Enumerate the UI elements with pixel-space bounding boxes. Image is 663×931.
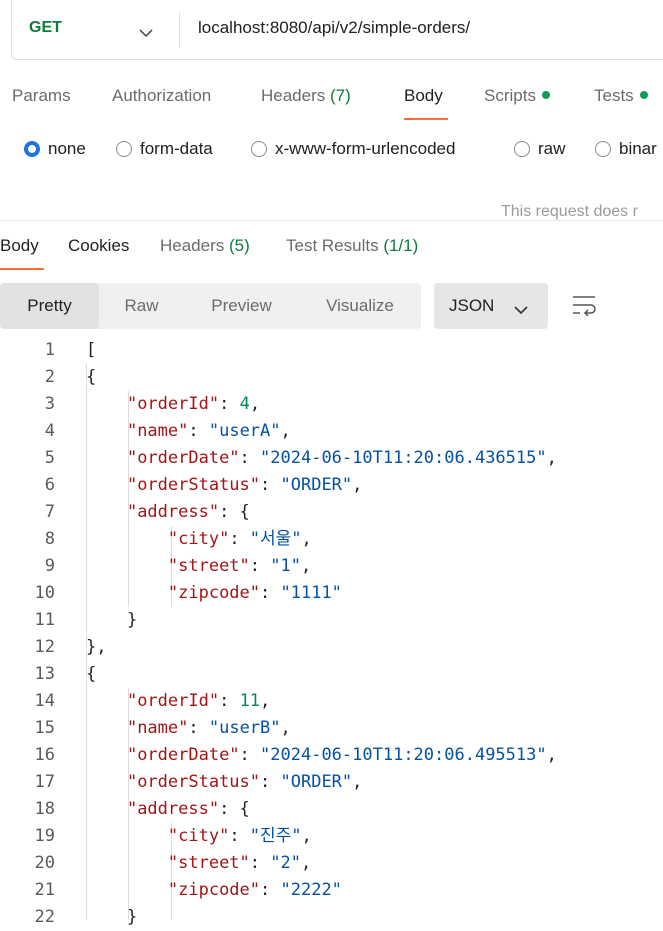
tab-test-results[interactable]: Test Results (1/1) xyxy=(286,236,418,256)
line-number: 6 xyxy=(44,475,55,495)
line-number: 16 xyxy=(34,745,55,765)
url-input[interactable]: localhost:8080/api/v2/simple-orders/ xyxy=(198,18,470,38)
code-text: "city": "진주", xyxy=(167,826,312,846)
code-text: }, xyxy=(86,637,107,657)
tab-response-body[interactable]: Body xyxy=(0,236,39,256)
tab-body[interactable]: Body xyxy=(404,86,443,106)
code-text: "street": "1", xyxy=(167,556,312,576)
radio-form-data-label: form-data xyxy=(140,139,213,158)
body-note: This request does r xyxy=(501,203,638,220)
radio-icon xyxy=(251,141,267,157)
tab-cookies[interactable]: Cookies xyxy=(68,236,129,256)
line-number: 2 xyxy=(44,367,55,387)
active-tab-indicator xyxy=(404,118,448,120)
tab-response-headers-count: (5) xyxy=(229,236,250,255)
radio-none-label: none xyxy=(48,139,86,158)
radio-icon xyxy=(595,141,611,157)
code-text: "orderDate": "2024-06-10T11:20:06.495513… xyxy=(126,745,557,765)
line-number: 11 xyxy=(34,610,55,630)
code-text: "street": "2", xyxy=(167,853,312,873)
radio-binary[interactable]: binar xyxy=(595,139,657,159)
tab-params[interactable]: Params xyxy=(12,86,71,106)
line-number: 9 xyxy=(44,556,55,576)
code-text: "zipcode": "1111" xyxy=(167,583,342,603)
tab-response-headers-label: Headers xyxy=(160,236,225,255)
tab-authorization[interactable]: Authorization xyxy=(112,86,211,106)
line-number: 12 xyxy=(34,637,55,657)
view-pretty-button[interactable]: Pretty xyxy=(0,283,99,329)
radio-binary-label: binar xyxy=(619,139,657,158)
divider xyxy=(0,220,663,221)
status-dot-icon xyxy=(541,90,550,99)
tab-scripts[interactable]: Scripts xyxy=(484,86,550,106)
tab-headers-count: (7) xyxy=(330,86,351,105)
url-bar: GET localhost:8080/api/v2/simple-orders/ xyxy=(11,0,663,60)
radio-icon xyxy=(514,141,530,157)
view-visualize-button[interactable]: Visualize xyxy=(299,283,421,329)
line-number: 18 xyxy=(34,799,55,819)
code-text: } xyxy=(86,610,138,630)
line-number: 7 xyxy=(44,502,55,522)
radio-selected-icon xyxy=(24,141,40,157)
line-number: 17 xyxy=(34,772,55,792)
tab-test-results-label: Test Results xyxy=(286,236,379,255)
tab-test-results-count: (1/1) xyxy=(383,236,419,255)
view-raw-button[interactable]: Raw xyxy=(99,283,184,329)
tab-headers[interactable]: Headers (7) xyxy=(261,86,351,106)
code-text: { xyxy=(86,664,97,684)
status-dot-icon xyxy=(639,90,648,99)
line-number: 21 xyxy=(34,880,55,900)
chevron-down-icon[interactable] xyxy=(139,23,153,43)
radio-none[interactable]: none xyxy=(24,139,86,159)
radio-icon xyxy=(116,141,132,157)
radio-raw[interactable]: raw xyxy=(514,139,565,159)
code-text: "zipcode": "2222" xyxy=(167,880,342,900)
line-number: 5 xyxy=(44,448,55,468)
radio-form-data[interactable]: form-data xyxy=(116,139,213,159)
line-number: 22 xyxy=(34,907,55,927)
line-number: 20 xyxy=(34,853,55,873)
tab-tests-label: Tests xyxy=(594,86,634,105)
line-number: 8 xyxy=(44,529,55,549)
line-number: 4 xyxy=(44,421,55,441)
code-text: "address": { xyxy=(126,799,250,819)
code-text: [ xyxy=(86,340,97,360)
code-text: "name": "userA", xyxy=(126,421,291,441)
code-text: "orderDate": "2024-06-10T11:20:06.436515… xyxy=(126,448,557,468)
tab-scripts-label: Scripts xyxy=(484,86,536,105)
code-text: "city": "서울", xyxy=(167,529,312,549)
format-select[interactable]: JSON xyxy=(434,283,548,329)
code-text: "orderStatus": "ORDER", xyxy=(126,475,363,495)
line-number: 3 xyxy=(44,394,55,414)
code-text: "orderStatus": "ORDER", xyxy=(126,772,363,792)
code-text: } xyxy=(86,907,138,927)
code-text: "address": { xyxy=(126,502,250,522)
tab-headers-label: Headers xyxy=(261,86,326,105)
tab-response-headers[interactable]: Headers (5) xyxy=(160,236,250,256)
radio-raw-label: raw xyxy=(538,139,566,158)
line-number: 13 xyxy=(34,664,55,684)
code-text: { xyxy=(86,367,97,387)
line-number: 10 xyxy=(34,583,55,603)
method-select[interactable]: GET xyxy=(29,19,62,37)
radio-urlencoded-label: x-www-form-urlencoded xyxy=(275,139,456,158)
chevron-down-icon xyxy=(514,300,528,320)
code-text: "orderId": 4, xyxy=(126,394,261,414)
line-number: 19 xyxy=(34,826,55,846)
format-select-label: JSON xyxy=(449,296,495,315)
line-number: 14 xyxy=(34,691,55,711)
view-mode-toggle: Pretty Raw Preview Visualize xyxy=(0,283,421,329)
code-text: "orderId": 11, xyxy=(126,691,271,711)
line-number: 15 xyxy=(34,718,55,738)
divider xyxy=(179,12,180,48)
tab-tests[interactable]: Tests xyxy=(594,86,648,106)
code-text: "name": "userB", xyxy=(126,718,291,738)
line-number: 1 xyxy=(44,340,55,360)
active-tab-indicator xyxy=(0,268,44,270)
view-preview-button[interactable]: Preview xyxy=(184,283,299,329)
radio-urlencoded[interactable]: x-www-form-urlencoded xyxy=(251,139,455,159)
wrap-lines-icon[interactable] xyxy=(571,294,597,321)
